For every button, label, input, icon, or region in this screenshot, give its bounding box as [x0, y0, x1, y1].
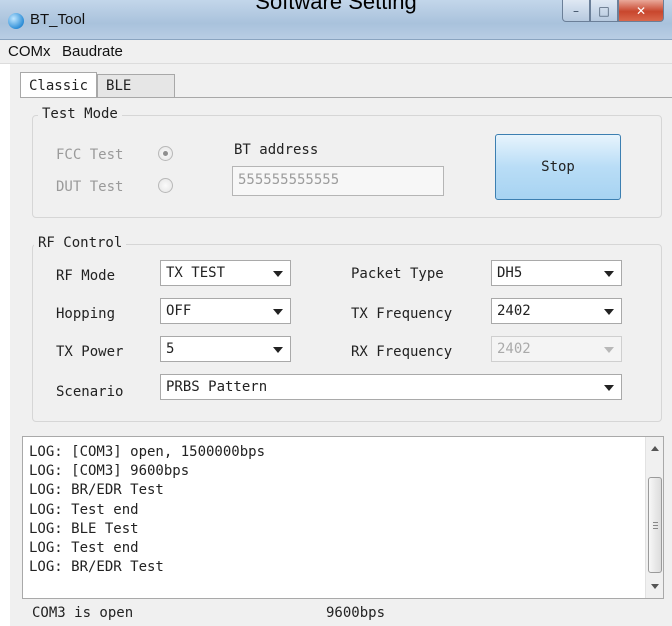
chevron-down-icon — [604, 271, 614, 277]
stop-button[interactable]: Stop — [495, 134, 621, 200]
log-line: LOG: BR/EDR Test — [29, 559, 164, 576]
log-line: LOG: [COM3] 9600bps — [29, 463, 190, 480]
rf-mode-select[interactable]: TX TEST — [160, 260, 291, 286]
scrollbar-thumb[interactable] — [648, 477, 662, 573]
tx-frequency-select[interactable]: 2402 — [491, 298, 622, 324]
tab-strip: Classic BLE — [20, 72, 176, 98]
rx-frequency-value: 2402 — [497, 341, 531, 357]
tx-frequency-value: 2402 — [497, 303, 531, 319]
chevron-down-icon — [273, 347, 283, 353]
grip-icon — [653, 522, 658, 529]
figure-caption: Software Setting — [255, 0, 417, 14]
dut-test-radio[interactable] — [158, 178, 173, 193]
log-line: LOG: Test end — [29, 501, 139, 518]
rf-mode-value: TX TEST — [166, 265, 226, 281]
tx-power-value: 5 — [166, 341, 175, 357]
scroll-down-icon[interactable] — [651, 584, 659, 589]
log-lines: LOG: [COM3] open, 1500000bps LOG: [COM3]… — [29, 443, 265, 577]
hopping-select[interactable]: OFF — [160, 298, 291, 324]
scroll-up-icon[interactable] — [651, 446, 659, 451]
log-line: LOG: BLE Test — [29, 520, 139, 537]
rx-frequency-select[interactable]: 2402 — [491, 336, 622, 362]
status-port: COM3 is open — [32, 605, 134, 621]
bt-address-field[interactable]: 555555555555 — [232, 166, 444, 196]
bt-address-label: BT address — [234, 142, 319, 158]
packet-type-value: DH5 — [497, 265, 523, 281]
chevron-down-icon — [604, 347, 614, 353]
rf-mode-label: RF Mode — [56, 268, 116, 284]
chevron-down-icon — [604, 309, 614, 315]
chevron-down-icon — [604, 385, 614, 391]
status-baud: 9600bps — [326, 605, 386, 621]
log-line: LOG: BR/EDR Test — [29, 482, 164, 499]
log-scrollbar[interactable] — [645, 437, 663, 598]
menu-bar: COMx Baudrate — [0, 40, 672, 64]
tx-frequency-label: TX Frequency — [351, 306, 453, 322]
tab-classic[interactable]: Classic — [20, 72, 98, 98]
chevron-down-icon — [273, 309, 283, 315]
rf-control-title: RF Control — [34, 235, 127, 251]
rx-frequency-label: RX Frequency — [351, 344, 453, 360]
log-box[interactable]: LOG: [COM3] open, 1500000bps LOG: [COM3]… — [22, 436, 664, 599]
test-mode-title: Test Mode — [38, 106, 122, 122]
log-line: LOG: Test end — [29, 540, 139, 557]
hopping-label: Hopping — [56, 306, 116, 322]
tx-power-label: TX Power — [56, 344, 124, 360]
packet-type-select[interactable]: DH5 — [491, 260, 622, 286]
hopping-value: OFF — [166, 303, 192, 319]
scenario-label: Scenario — [56, 384, 124, 400]
fcc-test-label: FCC Test — [56, 147, 124, 163]
scenario-value: PRBS Pattern — [166, 379, 268, 395]
menu-baudrate[interactable]: Baudrate — [62, 43, 123, 60]
tx-power-select[interactable]: 5 — [160, 336, 291, 362]
fcc-test-radio[interactable] — [158, 146, 173, 161]
app-icon — [8, 13, 24, 29]
scenario-select[interactable]: PRBS Pattern — [160, 374, 622, 400]
chevron-down-icon — [273, 271, 283, 277]
menu-comx[interactable]: COMx — [8, 43, 51, 60]
log-line: LOG: [COM3] open, 1500000bps — [29, 444, 266, 460]
packet-type-label: Packet Type — [351, 266, 444, 282]
status-bar: COM3 is open 9600bps — [22, 600, 672, 626]
tab-ble[interactable]: BLE — [97, 74, 176, 97]
dut-test-label: DUT Test — [56, 179, 124, 195]
